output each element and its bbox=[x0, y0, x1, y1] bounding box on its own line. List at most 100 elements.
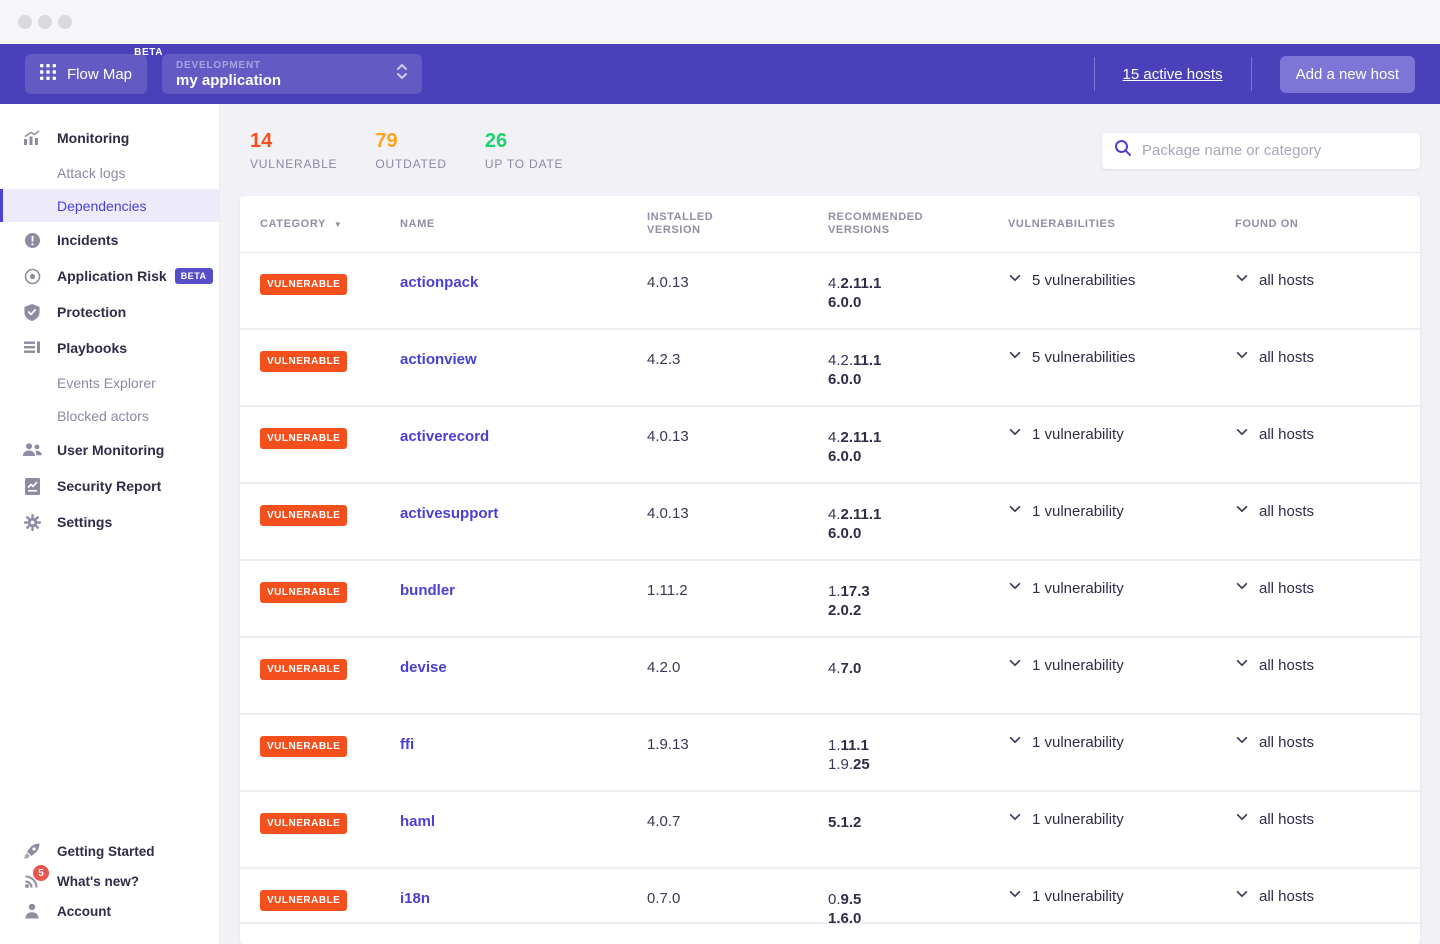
sidebar-item-label: User Monitoring bbox=[57, 442, 165, 458]
active-hosts-link[interactable]: 15 active hosts bbox=[1123, 66, 1223, 83]
chevron-down-icon bbox=[1008, 425, 1022, 444]
sidebar-item-blocked-actors[interactable]: Blocked actors bbox=[0, 399, 219, 432]
found-on-value: all hosts bbox=[1259, 888, 1315, 905]
installed-version: 0.7.0 bbox=[647, 890, 681, 907]
vulnerabilities-dropdown[interactable]: 1 vulnerability bbox=[1008, 733, 1235, 752]
vulnerabilities-count: 1 vulnerability bbox=[1032, 657, 1124, 674]
chevron-down-icon bbox=[1008, 810, 1022, 829]
found-on-value: all hosts bbox=[1259, 580, 1315, 597]
vulnerabilities-dropdown[interactable]: 1 vulnerability bbox=[1008, 656, 1235, 675]
found-on-value: all hosts bbox=[1259, 272, 1315, 289]
found-on-dropdown[interactable]: all hosts bbox=[1235, 271, 1400, 290]
sidebar-item-incidents[interactable]: Incidents bbox=[0, 222, 219, 258]
sidebar-item-security-report[interactable]: Security Report bbox=[0, 468, 219, 504]
column-vulnerabilities: VULNERABILITIES bbox=[1008, 218, 1116, 230]
column-found-on: FOUND ON bbox=[1235, 218, 1299, 230]
chevron-down-icon bbox=[1235, 733, 1249, 752]
found-on-value: all hosts bbox=[1259, 811, 1315, 828]
vulnerable-count: 14 bbox=[250, 130, 273, 152]
installed-version: 4.0.7 bbox=[647, 813, 681, 830]
rocket-icon bbox=[22, 842, 42, 860]
found-on-dropdown[interactable]: all hosts bbox=[1235, 425, 1400, 444]
vulnerabilities-dropdown[interactable]: 5 vulnerabilities bbox=[1008, 348, 1235, 367]
found-on-dropdown[interactable]: all hosts bbox=[1235, 887, 1400, 906]
installed-version: 1.9.13 bbox=[647, 736, 689, 753]
vulnerabilities-dropdown[interactable]: 1 vulnerability bbox=[1008, 810, 1235, 829]
table-row: VULNERABLE bundler 1.11.2 1.17.3 2.0.2 1 vul… bbox=[240, 561, 1420, 638]
flow-map-button[interactable]: Flow Map bbox=[25, 54, 148, 94]
found-on-value: all hosts bbox=[1259, 657, 1315, 674]
sidebar-item-application-risk[interactable]: Application Risk BETA bbox=[0, 258, 219, 294]
sidebar-item-protection[interactable]: Protection bbox=[0, 294, 219, 330]
sidebar-footer: Getting Started 5 What's new? Account bbox=[0, 836, 219, 944]
sidebar-item-getting-started[interactable]: Getting Started bbox=[0, 836, 219, 866]
found-on-dropdown[interactable]: all hosts bbox=[1235, 502, 1400, 521]
package-name-link[interactable]: haml bbox=[400, 813, 435, 830]
sidebar-item-what-s-new[interactable]: 5 What's new? bbox=[0, 865, 219, 896]
package-name-link[interactable]: ffi bbox=[400, 736, 414, 753]
sort-descending-icon: ▼ bbox=[333, 220, 343, 229]
chevron-down-icon bbox=[1235, 348, 1249, 367]
vulnerabilities-dropdown[interactable]: 5 vulnerabilities bbox=[1008, 271, 1235, 290]
table-row: VULNERABLE activerecord 4.0.13 4.2.11.1 6.0.… bbox=[240, 407, 1420, 484]
found-on-dropdown[interactable]: all hosts bbox=[1235, 733, 1400, 752]
vulnerabilities-count: 1 vulnerability bbox=[1032, 503, 1124, 520]
vulnerabilities-dropdown[interactable]: 1 vulnerability bbox=[1008, 502, 1235, 521]
category-badge: VULNERABLE bbox=[260, 659, 348, 680]
column-recommended-versions: RECOMMENDED VERSIONS bbox=[828, 211, 924, 236]
package-name-link[interactable]: activesupport bbox=[400, 505, 498, 522]
sidebar-item-dependencies[interactable]: Dependencies bbox=[0, 189, 219, 222]
sidebar-item-events-explorer[interactable]: Events Explorer bbox=[0, 366, 219, 399]
found-on-dropdown[interactable]: all hosts bbox=[1235, 348, 1400, 367]
add-new-host-button[interactable]: Add a new host bbox=[1279, 55, 1415, 93]
table-row: VULNERABLE haml 4.0.7 5.1.2 1 vulnerability… bbox=[240, 792, 1420, 869]
vulnerabilities-count: 5 vulnerabilities bbox=[1032, 272, 1136, 289]
search-input[interactable] bbox=[1142, 142, 1408, 159]
sidebar-item-playbooks[interactable]: Playbooks bbox=[0, 330, 219, 366]
found-on-dropdown[interactable]: all hosts bbox=[1235, 579, 1400, 598]
sidebar-item-account[interactable]: Account bbox=[0, 896, 219, 926]
package-name-link[interactable]: actionview bbox=[400, 351, 477, 368]
vulnerabilities-dropdown[interactable]: 1 vulnerability bbox=[1008, 579, 1235, 598]
category-badge: VULNERABLE bbox=[260, 351, 348, 372]
sidebar-item-settings[interactable]: Settings bbox=[0, 504, 219, 540]
sidebar-item-monitoring[interactable]: Monitoring bbox=[0, 120, 219, 156]
sidebar-item-attack-logs[interactable]: Attack logs bbox=[0, 156, 219, 189]
installed-version: 1.11.2 bbox=[647, 582, 688, 599]
recommended-versions: 1.11.1 1.9.25 bbox=[828, 737, 870, 773]
chart-icon bbox=[22, 130, 42, 146]
dependency-stats: 14 VULNERABLE 79 OUTDATED 26 UP TO DATE bbox=[250, 130, 563, 171]
package-name-link[interactable]: devise bbox=[400, 659, 447, 676]
sidebar-item-label: Events Explorer bbox=[57, 374, 156, 391]
risk-icon bbox=[22, 268, 42, 285]
vulnerable-label: VULNERABLE bbox=[250, 157, 338, 171]
up-to-date-count: 26 bbox=[484, 130, 508, 152]
chevron-down-icon bbox=[1235, 502, 1249, 521]
chevron-down-icon bbox=[1235, 887, 1249, 906]
package-name-link[interactable]: actionpack bbox=[400, 274, 478, 291]
found-on-value: all hosts bbox=[1259, 426, 1315, 443]
column-category[interactable]: CATEGORY ▼ bbox=[260, 218, 400, 230]
found-on-dropdown[interactable]: all hosts bbox=[1235, 656, 1400, 675]
table-row: VULNERABLE devise 4.2.0 4.7.0 1 vulnerabili… bbox=[240, 638, 1420, 715]
report-icon bbox=[22, 477, 42, 495]
sidebar-item-label: Settings bbox=[57, 514, 113, 530]
vulnerabilities-dropdown[interactable]: 1 vulnerability bbox=[1008, 887, 1235, 906]
sidebar-item-label: Blocked actors bbox=[57, 407, 149, 424]
vulnerabilities-dropdown[interactable]: 1 vulnerability bbox=[1008, 425, 1235, 444]
vulnerabilities-count: 1 vulnerability bbox=[1032, 811, 1124, 828]
incident-icon bbox=[22, 232, 42, 249]
category-badge: VULNERABLE bbox=[260, 813, 348, 834]
sidebar-item-user-monitoring[interactable]: User Monitoring bbox=[0, 432, 219, 468]
environment-select[interactable]: DEVELOPMENT my application bbox=[162, 54, 423, 94]
window-close-button[interactable] bbox=[18, 15, 32, 29]
vulnerabilities-count: 1 vulnerability bbox=[1032, 580, 1124, 597]
package-name-link[interactable]: i18n bbox=[400, 890, 430, 907]
grid-icon bbox=[40, 64, 56, 84]
package-name-link[interactable]: activerecord bbox=[400, 428, 489, 445]
category-badge: VULNERABLE bbox=[260, 505, 348, 526]
package-name-link[interactable]: bundler bbox=[400, 582, 455, 599]
window-maximize-button[interactable] bbox=[58, 15, 72, 29]
found-on-dropdown[interactable]: all hosts bbox=[1235, 810, 1400, 829]
window-minimize-button[interactable] bbox=[38, 15, 52, 29]
